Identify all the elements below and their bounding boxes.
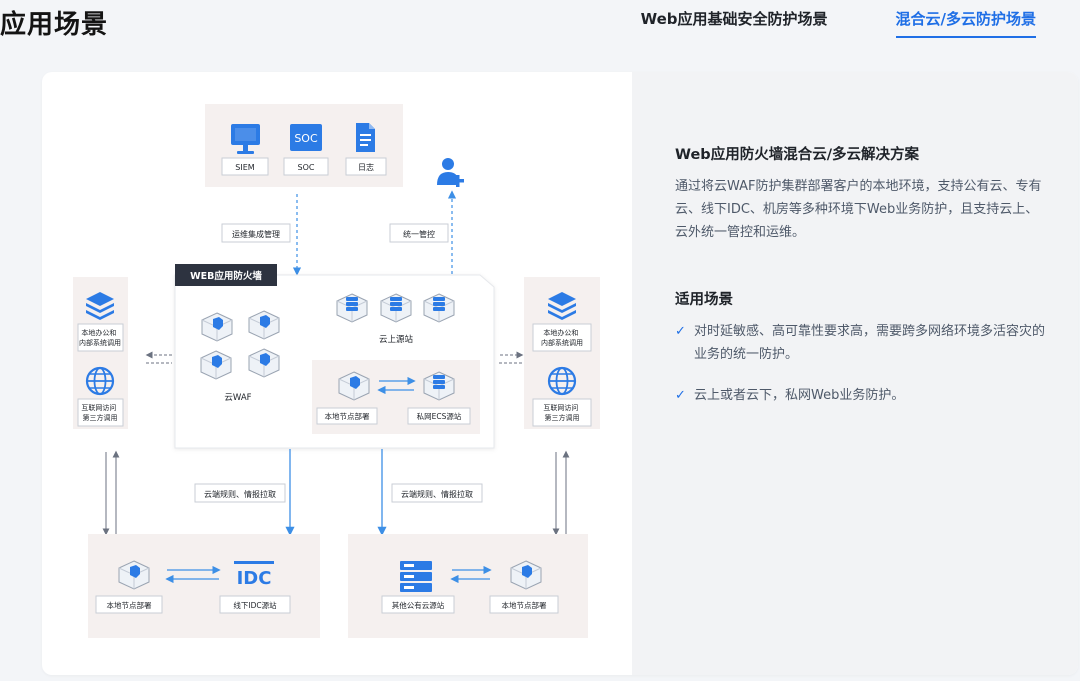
scenario-item: ✓ 对时延敏感、高可靠性要求高，需要跨多网络环境多活容灾的业务的统一防护。 <box>675 320 1047 366</box>
ops-link-label: 运维集成管理 <box>232 229 280 239</box>
scenario-item-text: 云上或者云下，私网Web业务防护。 <box>694 388 905 403</box>
log-label: 日志 <box>358 162 374 172</box>
solution-panel: Web应用防火墙混合云/多云解决方案 通过将云WAF防护集群部署客户的本地环境，… <box>632 72 1078 675</box>
checkmark-icon: ✓ <box>675 388 686 403</box>
scenario-tabs: Web应用基础安全防护场景 混合云/多云防护场景 <box>641 8 1036 38</box>
soc-icon-text: SOC <box>294 132 318 145</box>
soc-icon: SOC <box>290 124 322 151</box>
right-office-line-1: 本地办公和 <box>543 328 578 337</box>
bottom-left-node-label: 本地节点部署 <box>107 600 152 610</box>
rules-right-label: 云端规则、情报拉取 <box>401 489 473 499</box>
tab-hybrid-cloud-protection[interactable]: 混合云/多云防护场景 <box>895 8 1036 38</box>
left-internet-line-1: 互联网访问 <box>81 403 116 412</box>
add-user-icon <box>437 158 464 187</box>
scenario-card: SIEM SOC SOC 日志 运维集成管理 统一管控 WEB应用防火墙 云WA… <box>42 72 1078 675</box>
soc-label: SOC <box>298 163 315 172</box>
bottom-right-node-label: 本地节点部署 <box>502 600 547 610</box>
server-rack-icon <box>400 561 432 592</box>
left-office-line-1: 本地办公和 <box>81 328 116 337</box>
idc-environment-box <box>88 534 320 638</box>
solution-description: 通过将云WAF防护集群部署客户的本地环境，支持公有云、专有云、线下IDC、机房等… <box>675 179 1042 240</box>
page-title: 应用场景 <box>0 10 109 40</box>
control-link-label: 统一管控 <box>403 229 435 239</box>
scenario-item-text: 对时延敏感、高可靠性要求高，需要跨多网络环境多活容灾的业务的统一防护。 <box>694 324 1046 362</box>
right-internet-line-2: 第三方调用 <box>545 413 580 422</box>
cloud-waf-label: 云WAF <box>224 393 251 403</box>
waf-tag-label: WEB应用防火墙 <box>190 270 262 282</box>
scenario-item: ✓ 云上或者云下，私网Web业务防护。 <box>675 384 1047 407</box>
left-office-line-2: 内部系统调用 <box>79 338 121 347</box>
document-icon <box>356 123 375 152</box>
waf-local-node-label: 本地节点部署 <box>325 411 370 421</box>
other-cloud-box <box>348 534 588 638</box>
tab-basic-web-protection[interactable]: Web应用基础安全防护场景 <box>641 8 828 38</box>
private-ecs-label: 私网ECS源站 <box>417 411 462 421</box>
cloud-origin-servers <box>336 293 455 323</box>
left-internet-line-2: 第三方调用 <box>83 413 118 422</box>
right-office-line-2: 内部系统调用 <box>541 338 583 347</box>
scenarios-title: 适用场景 <box>675 292 733 308</box>
siem-label: SIEM <box>235 163 254 172</box>
checkmark-icon: ✓ <box>675 324 686 339</box>
other-cloud-label: 其他公有云源站 <box>392 600 445 610</box>
scenario-list: ✓ 对时延敏感、高可靠性要求高，需要跨多网络环境多活容灾的业务的统一防护。 ✓ … <box>675 320 1047 425</box>
rules-left-label: 云端规则、情报拉取 <box>204 489 276 499</box>
solution-title: Web应用防火墙混合云/多云解决方案 <box>675 147 919 163</box>
cloud-origin-label: 云上源站 <box>379 334 414 345</box>
idc-icon-text: IDC <box>237 568 272 589</box>
idc-origin-label: 线下IDC源站 <box>233 600 277 610</box>
right-internet-line-1: 互联网访问 <box>543 403 578 412</box>
architecture-diagram: SIEM SOC SOC 日志 运维集成管理 统一管控 WEB应用防火墙 云WA… <box>73 104 600 638</box>
